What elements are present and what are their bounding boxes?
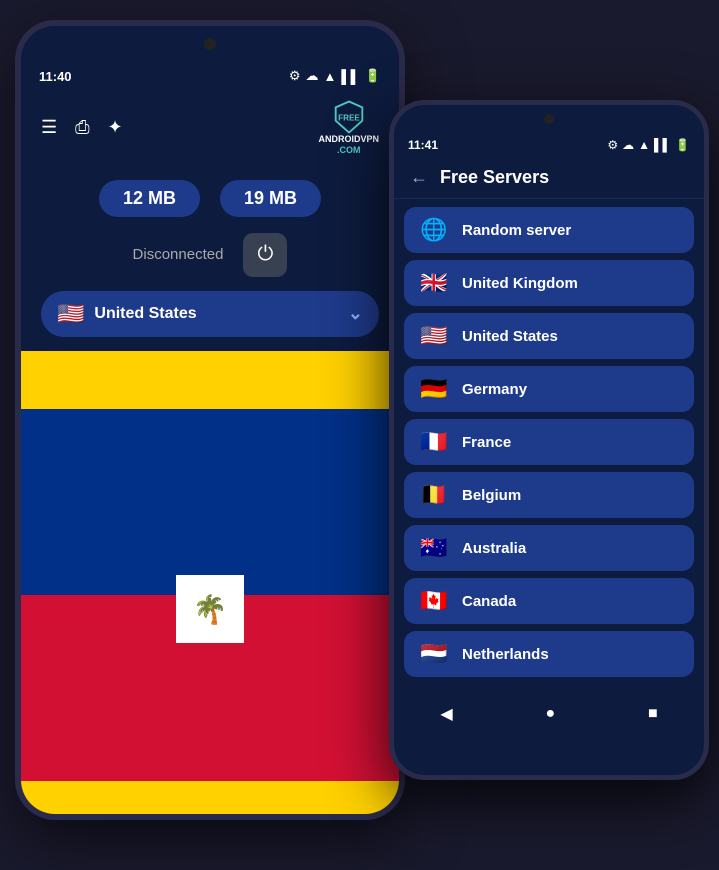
server-name-3: Germany	[462, 381, 527, 398]
server-list: 🌐 Random server 🇬🇧 United Kingdom 🇺🇸 United S…	[394, 199, 704, 692]
flag-yellow-bottom	[21, 781, 399, 820]
download-stat: 12 MB	[99, 180, 200, 217]
phone2-screen-title: Free Servers	[440, 167, 549, 188]
chevron-down-icon: ⌄	[348, 303, 363, 324]
server-name-4: France	[462, 434, 511, 451]
phone1-content: 12 MB 19 MB Disconnected ⏻ 🇺🇸 United Sta…	[21, 166, 399, 820]
server-item-canada[interactable]: 🇨🇦 Canada	[404, 578, 694, 624]
haiti-flag: 🌴	[21, 351, 399, 820]
signal-icon2: ▌▌	[654, 138, 671, 152]
server-item-australia[interactable]: 🇦🇺 Australia	[404, 525, 694, 571]
back-button[interactable]: ←	[410, 167, 428, 188]
star-icon[interactable]: ✦	[108, 117, 123, 138]
flag-blue	[21, 409, 399, 595]
server-item-united-kingdom[interactable]: 🇬🇧 United Kingdom	[404, 260, 694, 306]
phone2-header: ← Free Servers	[394, 157, 704, 199]
location-selector[interactable]: 🇺🇸 United States ⌄	[41, 291, 379, 337]
connection-status: Disconnected	[133, 246, 224, 263]
phone2: 11:41 ⚙ ☁ ▲ ▌▌ 🔋 ← Free Servers 🌐 Random …	[389, 100, 709, 780]
flag-red: 🌴	[21, 595, 399, 781]
phone1-left-icons: ☰ ⎙ ✦	[41, 117, 123, 138]
phone1-camera	[204, 38, 216, 50]
server-item-france[interactable]: 🇫🇷 France	[404, 419, 694, 465]
server-item-germany[interactable]: 🇩🇪 Germany	[404, 366, 694, 412]
share-icon[interactable]: ⎙	[75, 117, 89, 138]
weather-icon2: ☁	[622, 138, 634, 152]
server-flag-8: 🇳🇱	[418, 641, 450, 667]
phone1-status-icons: ⚙ ☁ ▲ ▌▌ 🔋	[289, 68, 381, 84]
flag-display: 🌴	[21, 351, 399, 820]
phone2-notch	[394, 105, 704, 133]
recents-nav-button2[interactable]: ■	[648, 705, 658, 723]
server-item-random-server[interactable]: 🌐 Random server	[404, 207, 694, 253]
phone1-statusbar: 11:40 ⚙ ☁ ▲ ▌▌ 🔋	[21, 62, 399, 90]
phone2-statusbar: 11:41 ⚙ ☁ ▲ ▌▌ 🔋	[394, 133, 704, 157]
server-name-5: Belgium	[462, 487, 521, 504]
settings-icon2: ⚙	[607, 138, 618, 152]
server-name-8: Netherlands	[462, 646, 549, 663]
server-name-2: United States	[462, 328, 558, 345]
server-flag-2: 🇺🇸	[418, 323, 450, 349]
server-item-united-states[interactable]: 🇺🇸 United States	[404, 313, 694, 359]
home-nav-button2[interactable]: ●	[545, 705, 555, 723]
phone2-camera	[544, 114, 554, 124]
server-item-netherlands[interactable]: 🇳🇱 Netherlands	[404, 631, 694, 677]
phone1-logo: FREE ANDROIDVPN.COM	[318, 100, 379, 156]
back-nav-button2[interactable]: ◀	[440, 704, 452, 724]
signal-icon: ▌▌	[341, 69, 359, 84]
settings-icon: ⚙	[289, 68, 301, 84]
upload-stat: 19 MB	[220, 180, 321, 217]
phone1-disconnected-row: Disconnected ⏻	[21, 225, 399, 291]
phone1: 11:40 ⚙ ☁ ▲ ▌▌ 🔋 ☰ ⎙ ✦ FREE ANDROIDVPN.C…	[15, 20, 405, 820]
server-flag-4: 🇫🇷	[418, 429, 450, 455]
wifi-icon2: ▲	[638, 138, 650, 152]
weather-icon: ☁	[306, 68, 319, 84]
server-flag-1: 🇬🇧	[418, 270, 450, 296]
phone2-time: 11:41	[408, 138, 438, 152]
server-flag-7: 🇨🇦	[418, 588, 450, 614]
flag-emblem: 🌴	[176, 575, 244, 643]
server-name-6: Australia	[462, 540, 526, 557]
selected-country-name: United States	[94, 305, 196, 323]
phone1-notch	[21, 26, 399, 62]
power-icon: ⏻	[258, 243, 274, 266]
server-flag-3: 🇩🇪	[418, 376, 450, 402]
server-flag-0: 🌐	[418, 217, 450, 243]
server-name-0: Random server	[462, 222, 571, 239]
menu-icon[interactable]: ☰	[41, 117, 57, 138]
battery-icon2: 🔋	[675, 138, 690, 152]
phone1-header: ☰ ⎙ ✦ FREE ANDROIDVPN.COM	[21, 90, 399, 166]
power-button[interactable]: ⏻	[243, 233, 287, 277]
server-name-1: United Kingdom	[462, 275, 578, 292]
server-name-7: Canada	[462, 593, 516, 610]
phone2-bottom-nav: ◀ ● ■	[394, 692, 704, 736]
server-item-belgium[interactable]: 🇧🇪 Belgium	[404, 472, 694, 518]
wifi-icon: ▲	[324, 69, 337, 84]
phone1-time: 11:40	[39, 69, 72, 84]
phone1-stats: 12 MB 19 MB	[21, 166, 399, 225]
battery-icon: 🔋	[365, 68, 381, 84]
phone2-status-icons: ⚙ ☁ ▲ ▌▌ 🔋	[607, 138, 690, 152]
svg-text:FREE: FREE	[338, 114, 360, 123]
shield-icon: FREE	[332, 100, 366, 134]
server-flag-6: 🇦🇺	[418, 535, 450, 561]
selected-country-flag: 🇺🇸	[57, 301, 84, 327]
server-flag-5: 🇧🇪	[418, 482, 450, 508]
logo-text: ANDROIDVPN.COM	[318, 134, 379, 156]
flag-yellow-top	[21, 351, 399, 410]
